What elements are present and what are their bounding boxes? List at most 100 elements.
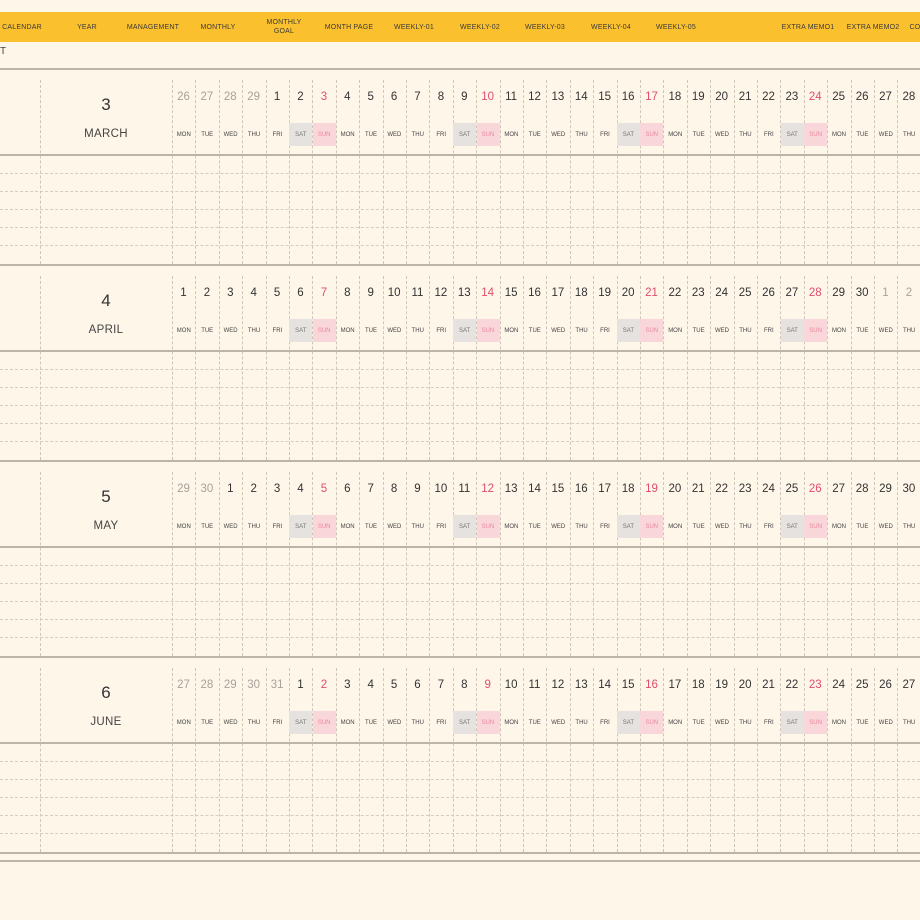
day-number[interactable]: 22 xyxy=(663,287,686,299)
nav-tab-weekly-02[interactable]: WEEKLY-02 xyxy=(448,12,512,42)
nav-tab-weekly-01[interactable]: WEEKLY-01 xyxy=(382,12,446,42)
day-number[interactable]: 1 xyxy=(266,91,289,103)
day-number[interactable]: 20 xyxy=(710,91,733,103)
nav-tab-management[interactable]: MANAGEMENT xyxy=(121,12,185,42)
day-number[interactable]: 8 xyxy=(336,287,359,299)
day-number[interactable]: 12 xyxy=(476,483,499,495)
day-number[interactable]: 3 xyxy=(266,483,289,495)
day-number[interactable]: 27 xyxy=(827,483,850,495)
day-number[interactable]: 10 xyxy=(429,483,452,495)
nav-tab-weekly-03[interactable]: WEEKLY-03 xyxy=(513,12,577,42)
day-number[interactable]: 1 xyxy=(874,287,897,299)
day-number[interactable]: 26 xyxy=(757,287,780,299)
day-number[interactable]: 25 xyxy=(827,91,850,103)
day-number[interactable]: 12 xyxy=(546,679,569,691)
day-number[interactable]: 26 xyxy=(804,483,827,495)
day-number[interactable]: 7 xyxy=(429,679,452,691)
day-number[interactable]: 26 xyxy=(851,91,874,103)
day-number[interactable]: 20 xyxy=(663,483,686,495)
day-number[interactable]: 22 xyxy=(757,91,780,103)
day-number[interactable]: 15 xyxy=(617,679,640,691)
day-number[interactable]: 5 xyxy=(312,483,335,495)
day-number[interactable]: 4 xyxy=(242,287,265,299)
day-number[interactable]: 28 xyxy=(897,91,920,103)
day-number[interactable]: 3 xyxy=(219,287,242,299)
day-number[interactable]: 9 xyxy=(453,91,476,103)
day-number[interactable]: 2 xyxy=(195,287,218,299)
day-number[interactable]: 27 xyxy=(897,679,920,691)
day-number[interactable]: 13 xyxy=(500,483,523,495)
day-number[interactable]: 22 xyxy=(710,483,733,495)
day-number[interactable]: 21 xyxy=(734,91,757,103)
day-number[interactable]: 21 xyxy=(687,483,710,495)
day-number[interactable]: 14 xyxy=(523,483,546,495)
day-number[interactable]: 27 xyxy=(195,91,218,103)
day-number[interactable]: 21 xyxy=(757,679,780,691)
day-number[interactable]: 5 xyxy=(383,679,406,691)
day-number[interactable]: 12 xyxy=(523,91,546,103)
day-number[interactable]: 26 xyxy=(172,91,195,103)
day-number[interactable]: 1 xyxy=(289,679,312,691)
day-number[interactable]: 4 xyxy=(336,91,359,103)
nav-tab-year[interactable]: YEAR xyxy=(55,12,119,42)
day-number[interactable]: 30 xyxy=(195,483,218,495)
day-number[interactable]: 15 xyxy=(500,287,523,299)
day-number[interactable]: 8 xyxy=(453,679,476,691)
day-number[interactable]: 14 xyxy=(476,287,499,299)
day-number[interactable]: 16 xyxy=(617,91,640,103)
day-number[interactable]: 24 xyxy=(827,679,850,691)
day-number[interactable]: 30 xyxy=(897,483,920,495)
day-number[interactable]: 6 xyxy=(406,679,429,691)
day-number[interactable]: 25 xyxy=(734,287,757,299)
day-number[interactable]: 23 xyxy=(734,483,757,495)
nav-tab-monthly[interactable]: MONTHLY xyxy=(186,12,250,42)
day-number[interactable]: 30 xyxy=(242,679,265,691)
day-number[interactable]: 29 xyxy=(827,287,850,299)
day-number[interactable]: 21 xyxy=(640,287,663,299)
day-number[interactable]: 8 xyxy=(429,91,452,103)
day-number[interactable]: 2 xyxy=(289,91,312,103)
day-number[interactable]: 22 xyxy=(780,679,803,691)
day-number[interactable]: 6 xyxy=(336,483,359,495)
day-number[interactable]: 20 xyxy=(734,679,757,691)
day-number[interactable]: 19 xyxy=(710,679,733,691)
day-number[interactable]: 9 xyxy=(359,287,382,299)
day-number[interactable]: 11 xyxy=(500,91,523,103)
nav-tab-weekly-05[interactable]: WEEKLY-05 xyxy=(644,12,708,42)
day-number[interactable]: 10 xyxy=(500,679,523,691)
day-number[interactable]: 18 xyxy=(687,679,710,691)
day-number[interactable]: 18 xyxy=(663,91,686,103)
day-number[interactable]: 18 xyxy=(617,483,640,495)
day-number[interactable]: 1 xyxy=(219,483,242,495)
day-number[interactable]: 10 xyxy=(476,91,499,103)
day-number[interactable]: 27 xyxy=(874,91,897,103)
day-number[interactable]: 26 xyxy=(874,679,897,691)
day-number[interactable]: 13 xyxy=(546,91,569,103)
day-number[interactable]: 13 xyxy=(453,287,476,299)
day-number[interactable]: 23 xyxy=(687,287,710,299)
day-number[interactable]: 23 xyxy=(780,91,803,103)
day-number[interactable]: 27 xyxy=(780,287,803,299)
day-number[interactable]: 28 xyxy=(219,91,242,103)
day-number[interactable]: 2 xyxy=(312,679,335,691)
day-number[interactable]: 10 xyxy=(383,287,406,299)
day-number[interactable]: 3 xyxy=(312,91,335,103)
day-number[interactable]: 28 xyxy=(851,483,874,495)
day-number[interactable]: 5 xyxy=(266,287,289,299)
day-number[interactable]: 19 xyxy=(687,91,710,103)
nav-tab-monthly-goal[interactable]: MONTHLY GOAL xyxy=(252,12,316,42)
nav-tab-weekly-04[interactable]: WEEKLY-04 xyxy=(579,12,643,42)
day-number[interactable]: 8 xyxy=(383,483,406,495)
day-number[interactable]: 28 xyxy=(195,679,218,691)
day-number[interactable]: 2 xyxy=(242,483,265,495)
day-number[interactable]: 30 xyxy=(851,287,874,299)
day-number[interactable]: 31 xyxy=(266,679,289,691)
day-number[interactable]: 11 xyxy=(523,679,546,691)
day-number[interactable]: 16 xyxy=(570,483,593,495)
day-number[interactable]: 4 xyxy=(359,679,382,691)
day-number[interactable]: 2 xyxy=(897,287,920,299)
day-number[interactable]: 14 xyxy=(593,679,616,691)
day-number[interactable]: 19 xyxy=(640,483,663,495)
day-number[interactable]: 6 xyxy=(383,91,406,103)
nav-tab-co[interactable]: CO xyxy=(883,12,920,42)
